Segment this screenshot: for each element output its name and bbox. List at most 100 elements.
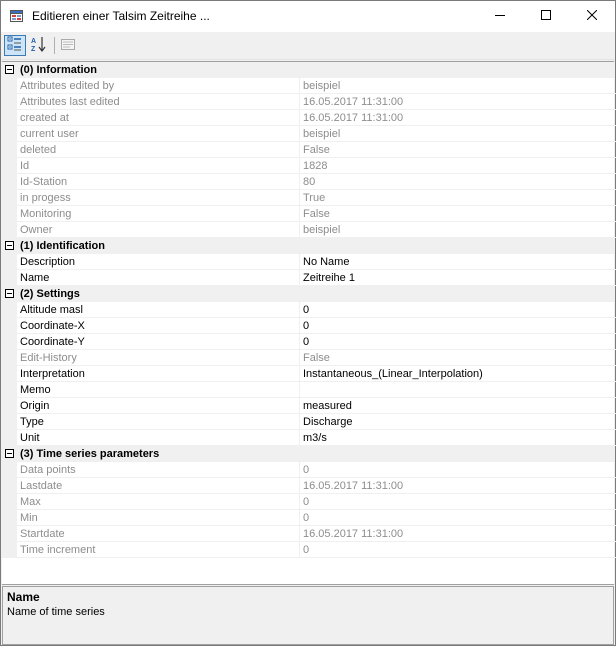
property-value[interactable]	[300, 382, 616, 398]
property-row[interactable]: Type Discharge	[2, 414, 616, 430]
property-name[interactable]: Coordinate-X	[17, 318, 300, 334]
property-row[interactable]: Max 0	[2, 494, 616, 510]
category-row[interactable]: (0) Information	[2, 62, 614, 78]
property-value[interactable]: m3/s	[300, 430, 616, 446]
property-row[interactable]: current user beispiel	[2, 126, 616, 142]
property-row[interactable]: Interpretation Instantaneous_(Linear_Inte…	[2, 366, 616, 382]
property-value[interactable]: 0	[300, 318, 616, 334]
category-row[interactable]: (2) Settings	[2, 286, 614, 302]
property-name[interactable]: Origin	[17, 398, 300, 414]
category-row[interactable]: (1) Identification	[2, 238, 614, 254]
property-row[interactable]: Unit m3/s	[2, 430, 616, 446]
row-gutter	[2, 190, 17, 206]
property-name[interactable]: current user	[17, 126, 300, 142]
property-name[interactable]: Altitude masl	[17, 302, 300, 318]
property-name[interactable]: Description	[17, 254, 300, 270]
property-row[interactable]: Lastdate 16.05.2017 11:31:00	[2, 478, 616, 494]
property-value: 16.05.2017 11:31:00	[300, 94, 616, 110]
property-row[interactable]: in progess True	[2, 190, 616, 206]
property-row[interactable]: Altitude masl 0	[2, 302, 616, 318]
property-name[interactable]: Monitoring	[17, 206, 300, 222]
property-value[interactable]: 0	[300, 334, 616, 350]
close-button[interactable]	[569, 1, 615, 32]
property-row[interactable]: Origin measured	[2, 398, 616, 414]
property-name[interactable]: Type	[17, 414, 300, 430]
property-row[interactable]: Memo	[2, 382, 616, 398]
title-bar[interactable]: Editieren einer Talsim Zeitreihe ...	[1, 1, 615, 32]
property-name[interactable]: Edit-History	[17, 350, 300, 366]
property-name[interactable]: Min	[17, 510, 300, 526]
property-row[interactable]: Id-Station 80	[2, 174, 616, 190]
property-value[interactable]: Discharge	[300, 414, 616, 430]
category-label: (3) Time series parameters	[20, 448, 160, 460]
property-row[interactable]: Owner beispiel	[2, 222, 616, 238]
property-pages-button[interactable]	[57, 35, 79, 56]
property-row[interactable]: Min 0	[2, 510, 616, 526]
property-row[interactable]: Time increment 0	[2, 542, 616, 558]
property-row[interactable]: Edit-History False	[2, 350, 616, 366]
property-value: 16.05.2017 11:31:00	[300, 478, 616, 494]
property-name[interactable]: Attributes last edited	[17, 94, 300, 110]
property-name[interactable]: Lastdate	[17, 478, 300, 494]
row-gutter	[2, 94, 17, 110]
categorized-button[interactable]	[4, 35, 26, 56]
property-editor-window: Editieren einer Talsim Zeitreihe ... A Z…	[0, 0, 616, 646]
property-value: False	[300, 206, 616, 222]
property-value[interactable]: 0	[300, 302, 616, 318]
property-row[interactable]: Coordinate-X 0	[2, 318, 616, 334]
maximize-button[interactable]	[523, 1, 569, 32]
property-row[interactable]: created at 16.05.2017 11:31:00	[2, 110, 616, 126]
property-name[interactable]: Id	[17, 158, 300, 174]
property-value[interactable]: Instantaneous_(Linear_Interpolation)	[300, 366, 616, 382]
alphabetical-button[interactable]: A Z	[28, 35, 50, 56]
property-name[interactable]: in progess	[17, 190, 300, 206]
categorized-view-icon	[7, 36, 23, 55]
property-name[interactable]: Time increment	[17, 542, 300, 558]
property-value[interactable]: measured	[300, 398, 616, 414]
collapse-icon[interactable]	[5, 449, 14, 458]
property-row[interactable]: Startdate 16.05.2017 11:31:00	[2, 526, 616, 542]
property-name[interactable]: Interpretation	[17, 366, 300, 382]
collapse-icon[interactable]	[5, 65, 14, 74]
property-name[interactable]: Attributes edited by	[17, 78, 300, 94]
property-name[interactable]: Data points	[17, 462, 300, 478]
property-row[interactable]: Monitoring False	[2, 206, 616, 222]
property-value: 0	[300, 462, 616, 478]
property-row[interactable]: Description No Name	[2, 254, 616, 270]
property-pages-icon	[60, 36, 76, 55]
property-row[interactable]: Coordinate-Y 0	[2, 334, 616, 350]
property-name[interactable]: Coordinate-Y	[17, 334, 300, 350]
property-row[interactable]: Name Zeitreihe 1	[2, 270, 616, 286]
toolbar-separator	[54, 37, 55, 54]
close-icon	[586, 9, 598, 23]
property-row[interactable]: Id 1828	[2, 158, 616, 174]
maximize-icon	[541, 10, 551, 23]
help-description: Name of time series	[7, 606, 105, 618]
property-row[interactable]: Attributes edited by beispiel	[2, 78, 616, 94]
property-name[interactable]: Unit	[17, 430, 300, 446]
category-row[interactable]: (3) Time series parameters	[2, 446, 614, 462]
property-value: beispiel	[300, 222, 616, 238]
property-value[interactable]: Zeitreihe 1	[300, 270, 616, 286]
property-row[interactable]: deleted False	[2, 142, 616, 158]
property-name[interactable]: Startdate	[17, 526, 300, 542]
row-gutter	[2, 382, 17, 398]
minimize-button[interactable]	[477, 1, 523, 32]
collapse-icon[interactable]	[5, 241, 14, 250]
property-row[interactable]: Data points 0	[2, 462, 616, 478]
property-name[interactable]: Owner	[17, 222, 300, 238]
property-name[interactable]: Max	[17, 494, 300, 510]
property-value: 0	[300, 494, 616, 510]
row-gutter	[2, 510, 17, 526]
collapse-icon[interactable]	[5, 289, 14, 298]
property-name[interactable]: Memo	[17, 382, 300, 398]
property-name[interactable]: Name	[17, 270, 300, 286]
property-name[interactable]: deleted	[17, 142, 300, 158]
property-name[interactable]: created at	[17, 110, 300, 126]
row-gutter	[2, 254, 17, 270]
property-value[interactable]: No Name	[300, 254, 616, 270]
property-row[interactable]: Attributes last edited 16.05.2017 11:31:0…	[2, 94, 616, 110]
row-gutter	[2, 318, 17, 334]
row-gutter	[2, 142, 17, 158]
property-name[interactable]: Id-Station	[17, 174, 300, 190]
